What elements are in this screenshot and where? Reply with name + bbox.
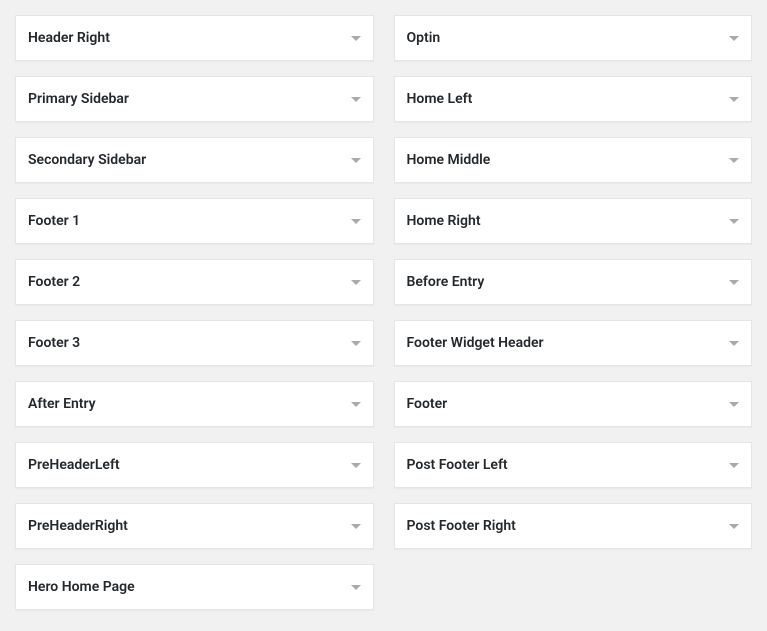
widget-area-title: Secondary Sidebar	[28, 152, 146, 168]
caret-down-icon	[729, 219, 739, 224]
widget-area-title: Post Footer Left	[407, 457, 508, 473]
widget-area-title: Footer	[407, 396, 448, 412]
widget-area-title: Footer 2	[28, 274, 80, 290]
caret-down-icon	[351, 524, 361, 529]
caret-down-icon	[729, 341, 739, 346]
widget-area-preheader-right[interactable]: PreHeaderRight	[15, 503, 374, 549]
caret-down-icon	[351, 463, 361, 468]
widget-columns: Header Right Primary Sidebar Secondary S…	[15, 15, 752, 610]
widget-area-post-footer-right[interactable]: Post Footer Right	[394, 503, 753, 549]
caret-down-icon	[351, 402, 361, 407]
widget-area-title: Optin	[407, 30, 441, 46]
widget-area-title: Home Middle	[407, 152, 491, 168]
widget-area-title: Home Right	[407, 213, 481, 229]
caret-down-icon	[351, 280, 361, 285]
caret-down-icon	[351, 219, 361, 224]
widget-area-home-middle[interactable]: Home Middle	[394, 137, 753, 183]
widget-area-after-entry[interactable]: After Entry	[15, 381, 374, 427]
widget-area-footer-2[interactable]: Footer 2	[15, 259, 374, 305]
widget-area-footer-1[interactable]: Footer 1	[15, 198, 374, 244]
widget-area-preheader-left[interactable]: PreHeaderLeft	[15, 442, 374, 488]
widget-area-post-footer-left[interactable]: Post Footer Left	[394, 442, 753, 488]
caret-down-icon	[351, 97, 361, 102]
widget-area-footer-widget-header[interactable]: Footer Widget Header	[394, 320, 753, 366]
widget-area-header-right[interactable]: Header Right	[15, 15, 374, 61]
caret-down-icon	[351, 36, 361, 41]
widget-area-secondary-sidebar[interactable]: Secondary Sidebar	[15, 137, 374, 183]
widget-area-before-entry[interactable]: Before Entry	[394, 259, 753, 305]
caret-down-icon	[729, 158, 739, 163]
widget-area-home-right[interactable]: Home Right	[394, 198, 753, 244]
widget-area-primary-sidebar[interactable]: Primary Sidebar	[15, 76, 374, 122]
caret-down-icon	[729, 280, 739, 285]
widget-area-title: Footer Widget Header	[407, 335, 544, 351]
caret-down-icon	[729, 36, 739, 41]
widget-area-footer[interactable]: Footer	[394, 381, 753, 427]
widget-area-title: Before Entry	[407, 274, 485, 290]
widget-area-title: Primary Sidebar	[28, 91, 129, 107]
widget-area-title: After Entry	[28, 396, 96, 412]
widget-area-title: Header Right	[28, 30, 110, 46]
widget-area-title: Footer 3	[28, 335, 80, 351]
widget-column-left: Header Right Primary Sidebar Secondary S…	[15, 15, 374, 610]
widget-area-title: PreHeaderLeft	[28, 457, 120, 473]
caret-down-icon	[351, 585, 361, 590]
widget-area-footer-3[interactable]: Footer 3	[15, 320, 374, 366]
widget-area-title: PreHeaderRight	[28, 518, 128, 534]
widget-column-right: Optin Home Left Home Middle Home Right B…	[394, 15, 753, 610]
caret-down-icon	[729, 402, 739, 407]
widget-area-home-left[interactable]: Home Left	[394, 76, 753, 122]
widget-area-title: Post Footer Right	[407, 518, 516, 534]
widget-area-title: Hero Home Page	[28, 579, 135, 595]
caret-down-icon	[351, 341, 361, 346]
widget-area-title: Footer 1	[28, 213, 80, 229]
widget-area-title: Home Left	[407, 91, 473, 107]
caret-down-icon	[729, 463, 739, 468]
caret-down-icon	[729, 524, 739, 529]
caret-down-icon	[351, 158, 361, 163]
caret-down-icon	[729, 97, 739, 102]
widget-area-hero-home-page[interactable]: Hero Home Page	[15, 564, 374, 610]
widget-area-optin[interactable]: Optin	[394, 15, 753, 61]
